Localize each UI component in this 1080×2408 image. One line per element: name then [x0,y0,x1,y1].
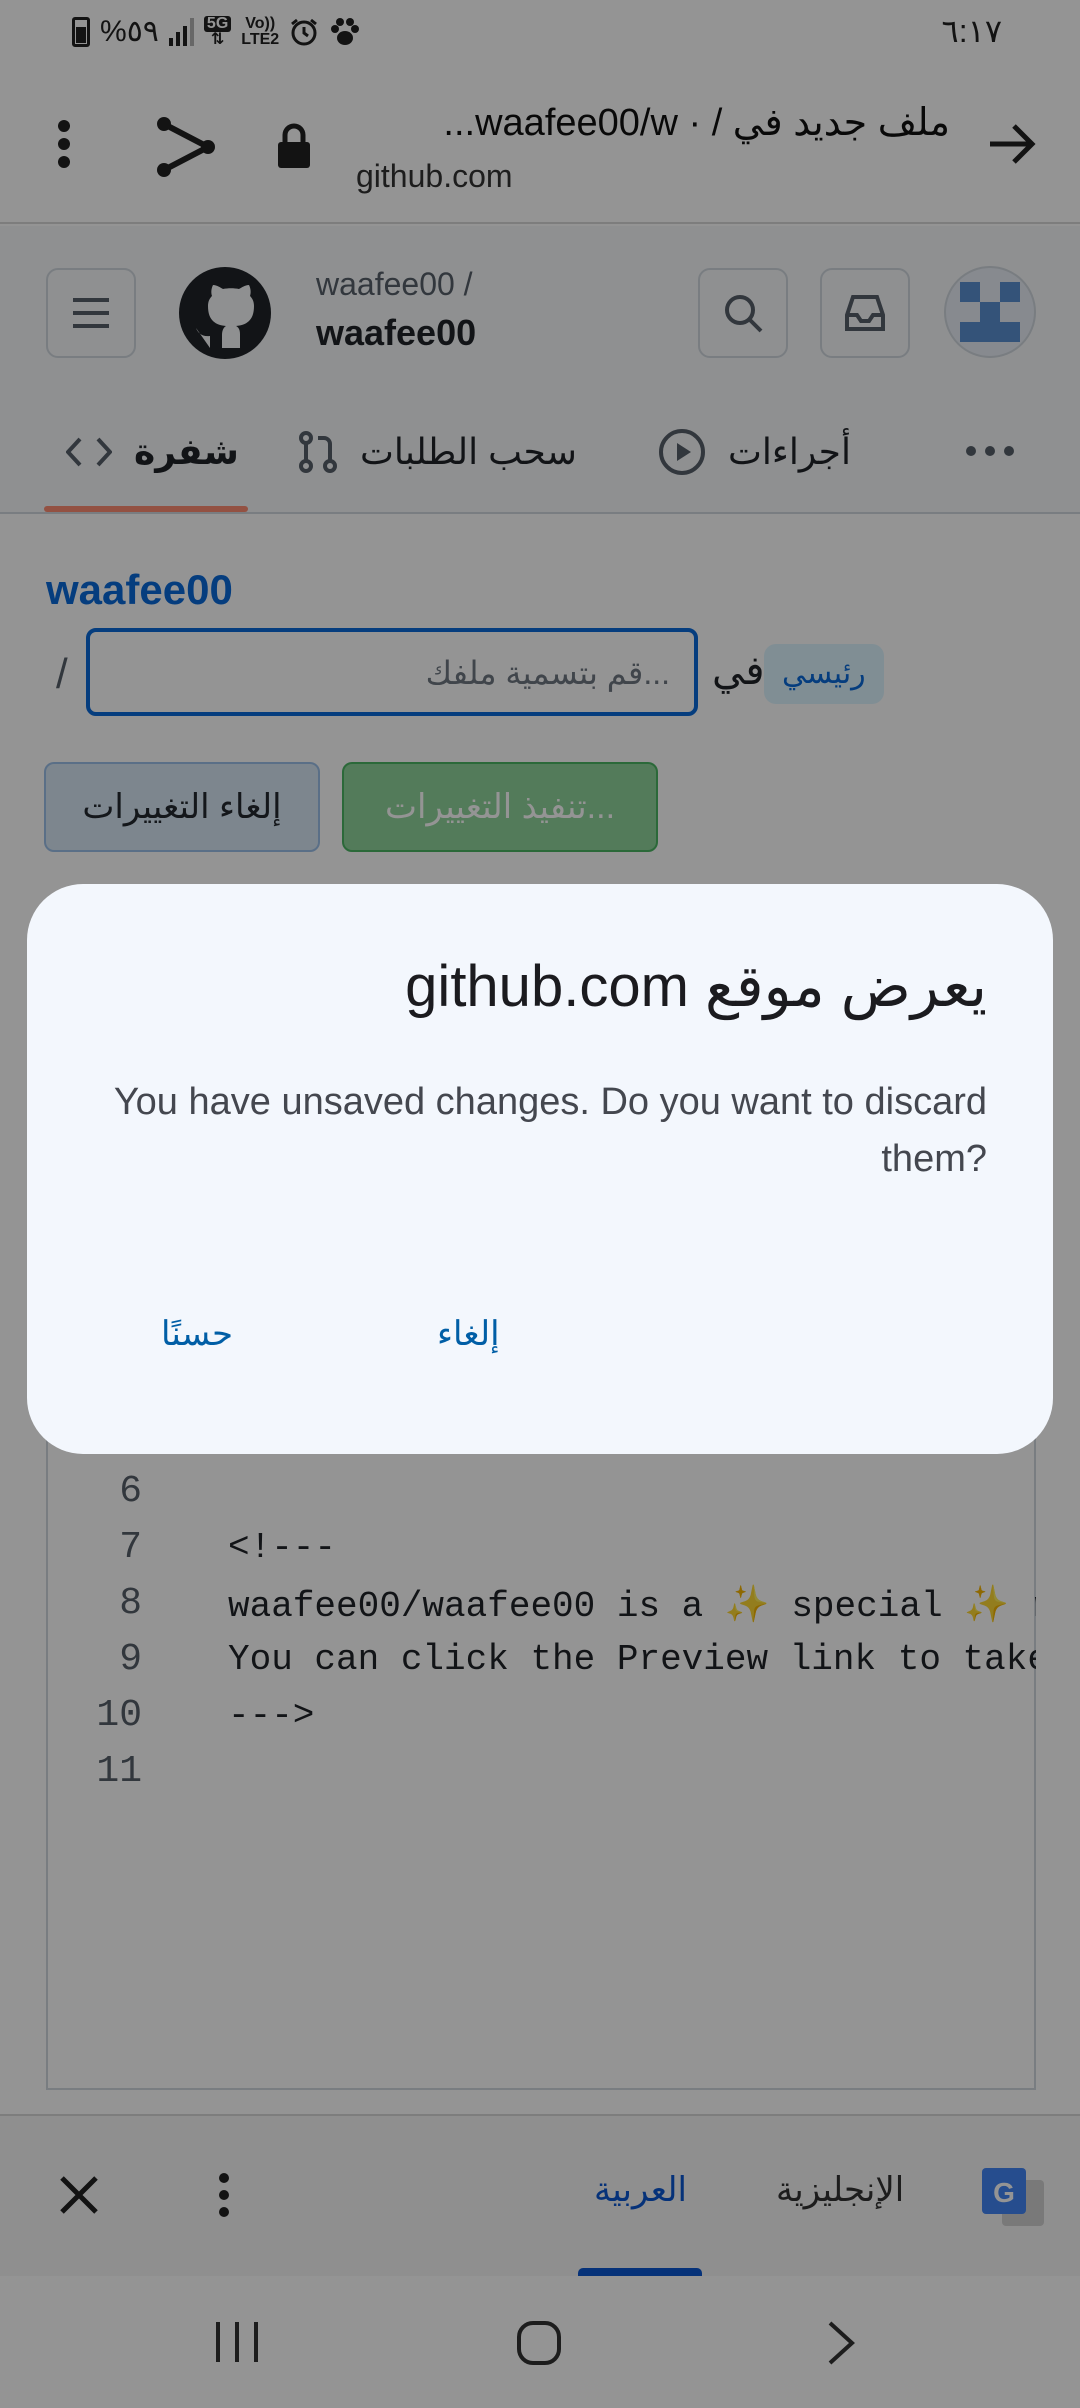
cancel-button[interactable]: إلغاء [437,1314,500,1354]
dialog-message: You have unsaved changes. Do you want to… [113,1081,987,1180]
dialog-title: يعرض موقع github.com [405,954,987,1019]
ok-button[interactable]: حسنًا [161,1314,233,1354]
confirm-dialog: يعرض موقع github.com You have unsaved ch… [27,884,1053,1454]
